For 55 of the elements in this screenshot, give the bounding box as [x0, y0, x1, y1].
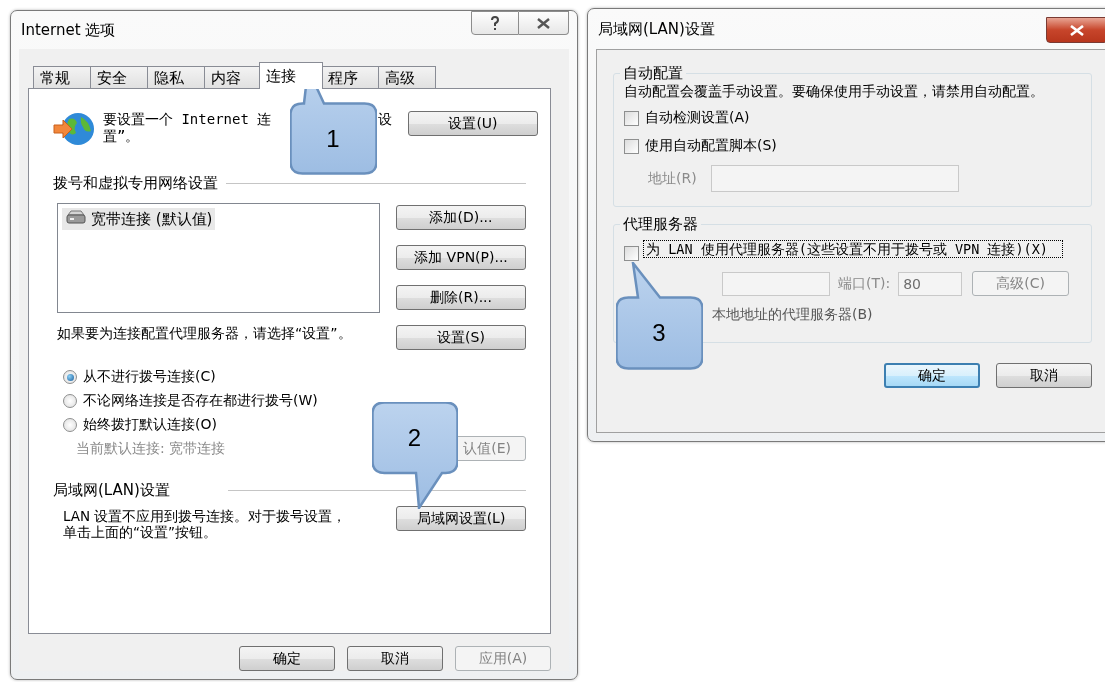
proxy-settings-button[interactable]: 设置(S) — [396, 325, 526, 350]
radio-button[interactable] — [63, 394, 77, 408]
checkbox-label: 使用自动配置脚本(S) — [645, 137, 777, 155]
group-heading: 代理服务器 — [622, 215, 699, 234]
proxy-hint-text: 如果要为连接配置代理服务器，请选择“设置”。 — [56, 325, 353, 342]
lan-settings-button[interactable]: 局域网设置(L) — [396, 506, 526, 531]
connection-list[interactable]: 宽带连接 (默认值) — [57, 203, 380, 313]
dialog-button[interactable]: 确定 — [239, 646, 335, 671]
group-heading: 自动配置 — [622, 64, 684, 83]
dialog-button[interactable]: 确定 — [884, 363, 980, 388]
checkbox-label: 自动检测设置(A) — [645, 109, 750, 127]
section-heading: 局域网(LAN)设置 — [53, 481, 170, 500]
tab[interactable]: 高级 — [378, 66, 436, 89]
checkbox-label: 为 LAN 使用代理服务器(这些设置不用于拨号或 VPN 连接)(X) — [643, 240, 1063, 258]
tab[interactable]: 隐私 — [147, 66, 205, 89]
setup-description: 设 — [378, 111, 392, 128]
radio-label: 始终拨打默认连接(O) — [83, 416, 217, 434]
tab[interactable]: 常规 — [33, 66, 91, 89]
field-label: 地址(R) — [648, 169, 697, 188]
lan-description: LAN 设置不应用到拨号连接。对于拨号设置，单击上面的“设置”按钮。 — [62, 507, 348, 540]
dialog-button[interactable]: 删除(R)... — [396, 285, 526, 310]
tab[interactable]: 连接 — [259, 62, 323, 89]
window-title: Internet 选项 — [20, 20, 116, 40]
checkbox[interactable] — [624, 110, 639, 126]
dialog-button[interactable]: 取消 — [996, 363, 1092, 388]
close-icon — [1070, 24, 1084, 36]
modem-icon — [65, 209, 87, 225]
dialog-button[interactable]: 取消 — [347, 646, 443, 671]
step-tooltip: 3 — [616, 262, 703, 370]
help-button[interactable] — [471, 11, 519, 35]
dialog-button[interactable]: 添加 VPN(P)... — [396, 245, 526, 270]
radio-button[interactable] — [63, 370, 77, 384]
close-button[interactable] — [519, 11, 569, 35]
auto-config-description: 自动配置会覆盖手动设置。要确保使用手动设置，请禁用自动配置。 — [624, 83, 1045, 99]
checkbox-label: 本地地址的代理服务器(B) — [711, 306, 873, 324]
field-label: 端口(T): — [838, 274, 891, 293]
dialog-button[interactable]: 添加(D)... — [396, 205, 526, 230]
setup-description: 置”。 — [103, 128, 140, 145]
globe-icon — [53, 111, 95, 147]
connection-item[interactable]: 宽带连接 (默认值) — [62, 208, 216, 230]
tab[interactable]: 安全 — [90, 66, 148, 89]
setup-description: 要设置一个 Internet 连 — [103, 111, 272, 128]
radio-button[interactable] — [63, 418, 77, 432]
close-icon — [537, 17, 550, 29]
radio-label: 从不进行拨号连接(C) — [83, 368, 216, 386]
window-title: 局域网(LAN)设置 — [597, 19, 715, 39]
step-tooltip: 2 — [372, 402, 458, 509]
checkbox[interactable] — [624, 246, 639, 261]
checkbox[interactable] — [624, 138, 639, 154]
close-button[interactable] — [1046, 17, 1105, 43]
default-connection-text: 当前默认连接: 宽带连接 — [75, 439, 227, 458]
section-heading: 拨号和虚拟专用网络设置 — [53, 174, 218, 193]
help-icon — [490, 15, 500, 31]
setup-button[interactable]: 设置(U) — [408, 111, 538, 136]
radio-label: 不论网络连接是否存在都进行拨号(W) — [83, 392, 318, 410]
